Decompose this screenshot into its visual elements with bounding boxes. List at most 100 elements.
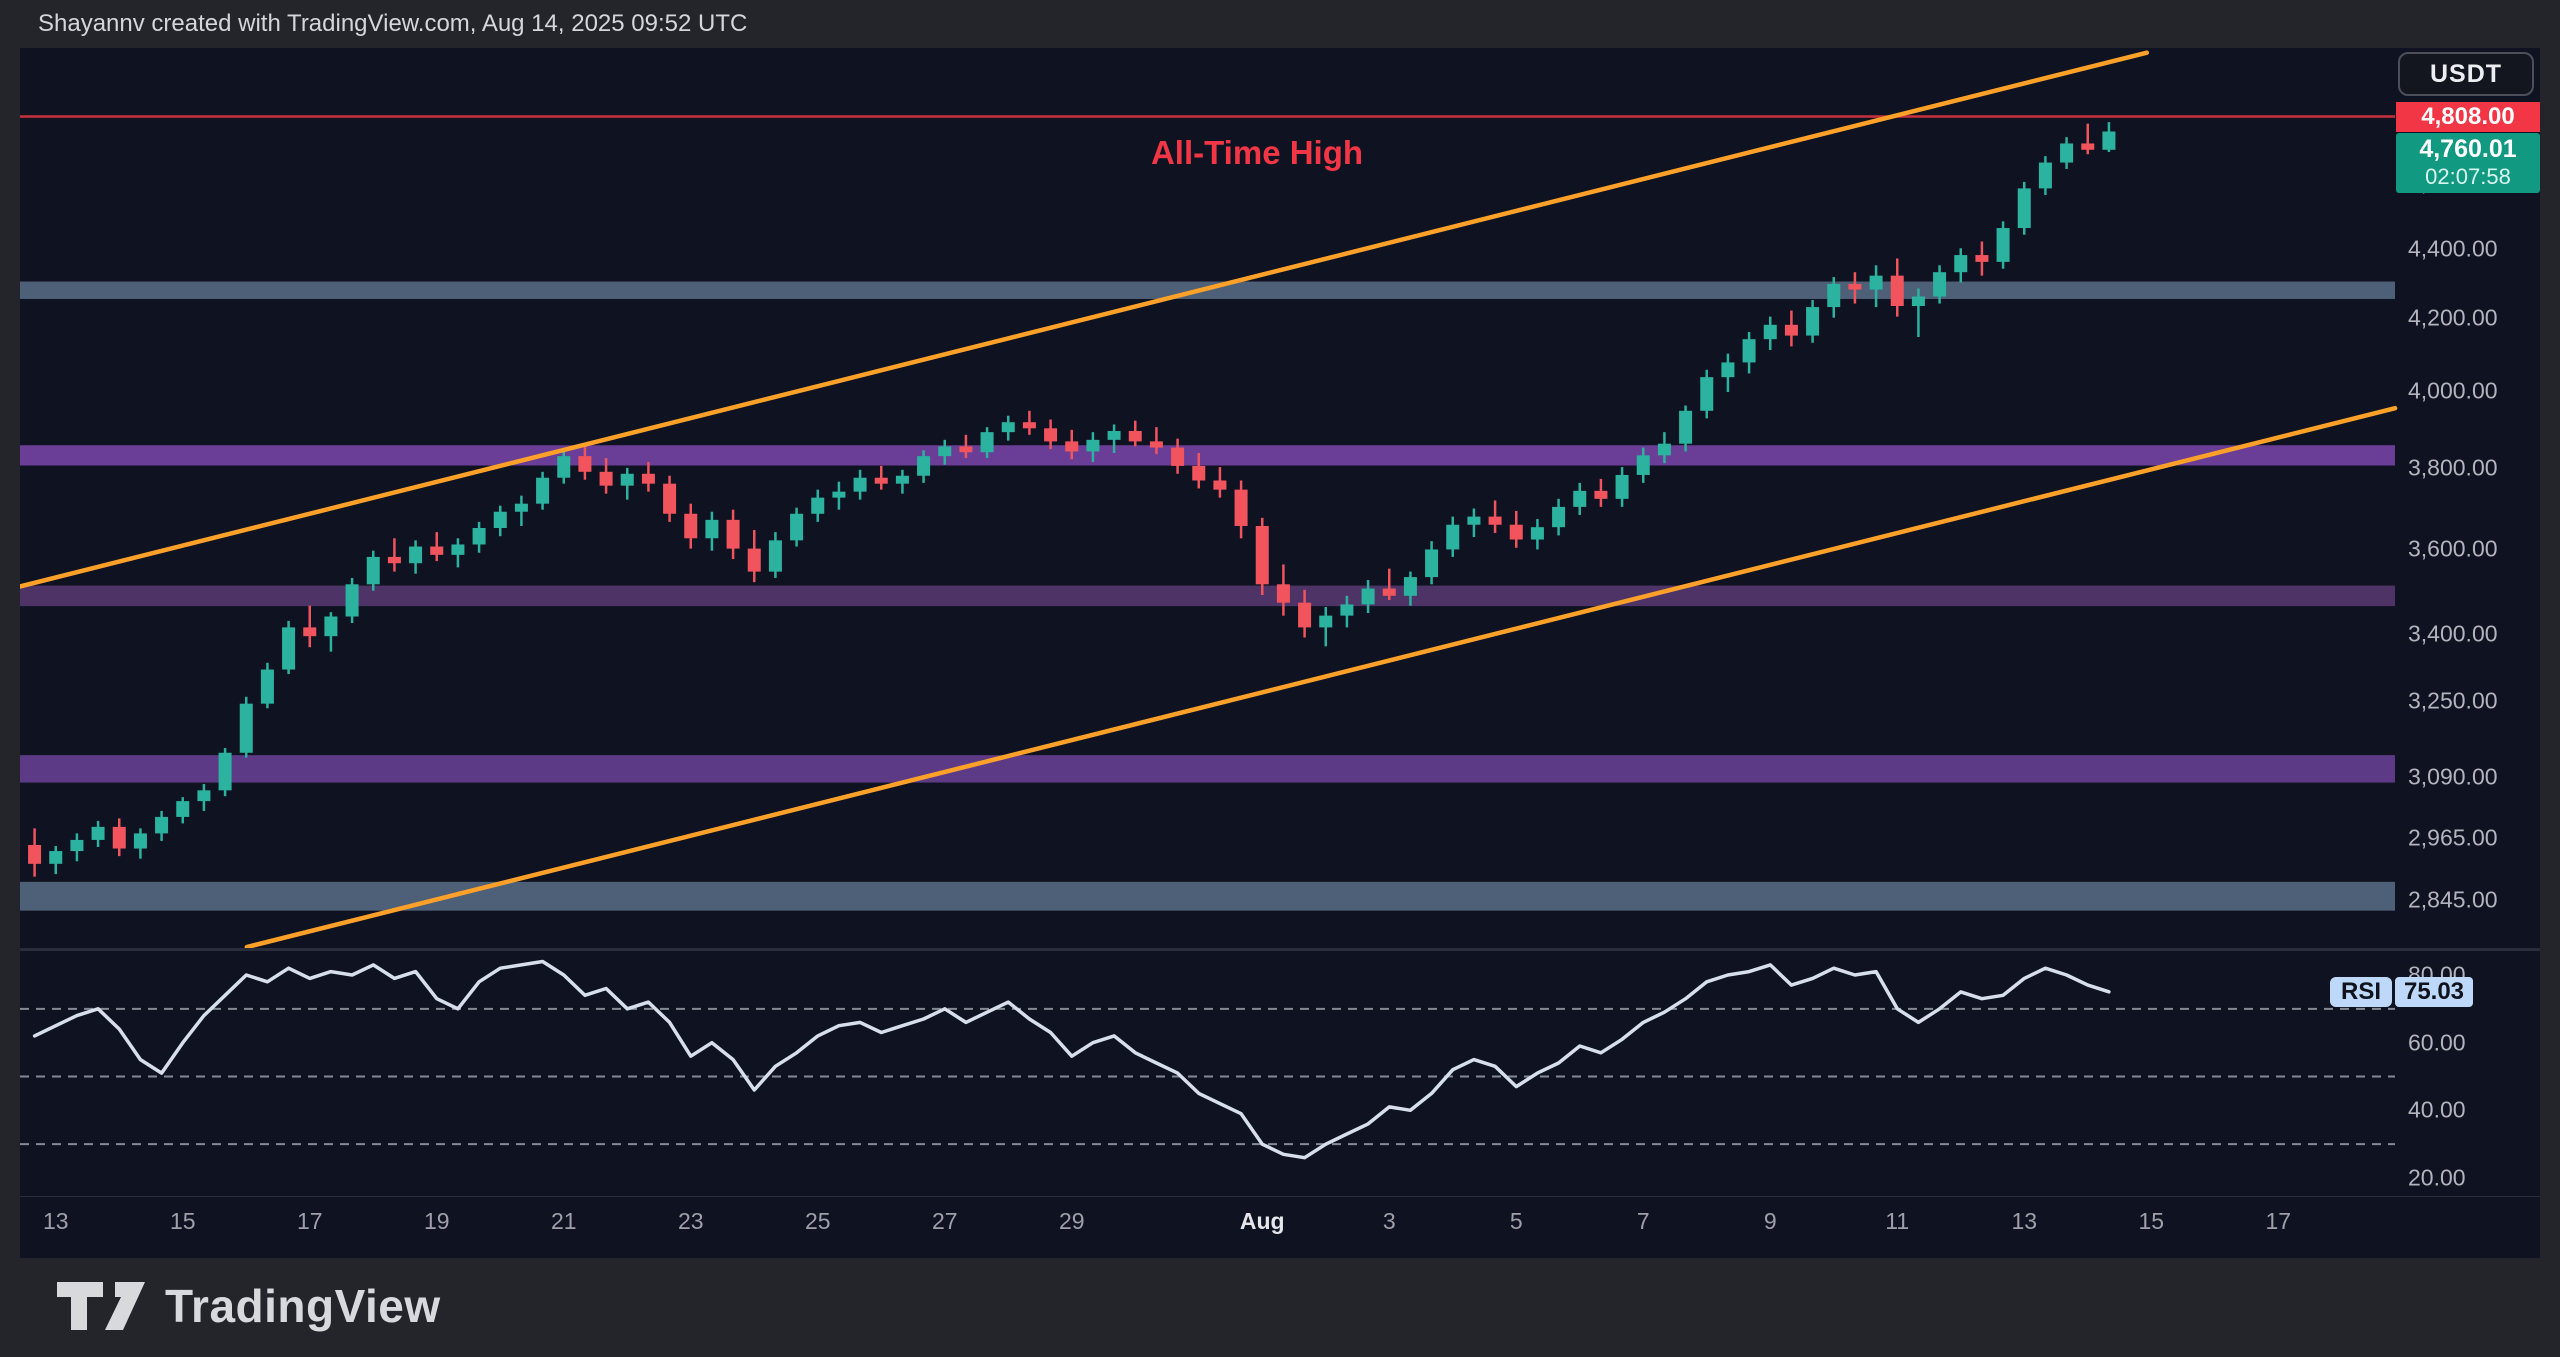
time-axis-border [20, 1196, 2540, 1197]
time-tick-label: 17 [297, 1208, 323, 1235]
candle-body [92, 827, 105, 840]
price-tick-label: 4,000.00 [2408, 378, 2498, 405]
usdt-button[interactable]: USDT [2398, 52, 2534, 96]
time-tick-label: 25 [805, 1208, 831, 1235]
candle-body [515, 504, 528, 512]
candle-body [1108, 431, 1121, 440]
candle-body [1340, 604, 1353, 615]
time-tick-label: 17 [2265, 1208, 2291, 1235]
candle-body [1870, 276, 1883, 290]
price-plot-layer [20, 117, 2395, 911]
time-tick-label: 13 [2011, 1208, 2037, 1235]
candle-body [1065, 441, 1078, 451]
candle-body [1658, 444, 1671, 456]
candle-body [981, 432, 994, 452]
candle-body [1298, 603, 1311, 628]
candle-body [811, 498, 824, 514]
candle-body [875, 478, 888, 484]
candle-body [600, 472, 613, 486]
rsi-tick-label: 40.00 [2408, 1097, 2466, 1124]
candle-body [303, 627, 316, 636]
footer: TradingView [0, 1258, 2560, 1357]
price-tick-label: 4,400.00 [2408, 235, 2498, 262]
candle-body [1743, 339, 1756, 362]
candle-body [1700, 377, 1713, 411]
candle-body [1256, 526, 1269, 584]
rsi-tick-label: 20.00 [2408, 1164, 2466, 1191]
ath-price-badge: 4,808.00 [2396, 102, 2540, 132]
candle-body [1425, 549, 1438, 577]
candle-body [748, 549, 761, 572]
candle-body [684, 514, 697, 539]
candle-body [1997, 228, 2010, 262]
candle-body [1489, 517, 1502, 525]
rsi-label-pill: RSI [2330, 977, 2392, 1007]
candle-body [2018, 188, 2031, 228]
rsi-line [35, 962, 2109, 1158]
candle-body [1933, 272, 1946, 296]
candle-body [727, 520, 740, 549]
candle-body [1531, 527, 1544, 539]
candle-body [219, 753, 232, 791]
candle-body [70, 840, 83, 851]
time-tick-label: 23 [678, 1208, 704, 1235]
tradingview-wordmark: TradingView [165, 1279, 441, 1333]
candle-body [2060, 143, 2073, 162]
price-tick-label: 3,600.00 [2408, 535, 2498, 562]
time-tick-label: 27 [932, 1208, 958, 1235]
candle-body [409, 547, 422, 564]
tradingview-logo-icon [55, 1278, 147, 1334]
tradingview-snapshot-page: Shayannv created with TradingView.com, A… [0, 0, 2560, 1357]
candle-body [388, 557, 401, 563]
time-tick-label: 7 [1637, 1208, 1650, 1235]
candle-body [1213, 480, 1226, 489]
page-title: Shayannv created with TradingView.com, A… [38, 0, 747, 48]
rsi-tick-label: 60.00 [2408, 1029, 2466, 1056]
candle-body [1171, 448, 1184, 466]
candle-body [1362, 589, 1375, 605]
candle-body [176, 801, 189, 817]
all-time-high-annotation: All-Time High [1151, 134, 1363, 172]
candle-body [2102, 131, 2115, 149]
time-tick-label: 9 [1764, 1208, 1777, 1235]
candle-body [1848, 284, 1861, 290]
candle-body [832, 492, 845, 498]
candle-body [28, 845, 41, 864]
rsi-axis-badge: RSI 75.03 [2330, 977, 2473, 1007]
price-tick-label: 2,965.00 [2408, 825, 2498, 852]
price-tick-label: 2,845.00 [2408, 887, 2498, 914]
tradingview-logo[interactable]: TradingView [55, 1278, 441, 1334]
price-tick-label: 3,250.00 [2408, 688, 2498, 715]
candle-body [1192, 466, 1205, 481]
candle-body [261, 670, 274, 704]
candle-body [240, 704, 253, 753]
candle-body [1954, 255, 1967, 272]
candle-body [113, 827, 126, 849]
candle-body [1764, 325, 1777, 339]
candle-body [134, 833, 147, 848]
candle-body [854, 478, 867, 492]
channel-upper-trendline[interactable] [20, 53, 2147, 587]
price-pane[interactable] [20, 48, 2540, 948]
candle-body [2039, 163, 2052, 189]
candle-body [917, 456, 930, 476]
candle-body [536, 478, 549, 504]
rsi-pane[interactable] [20, 951, 2540, 1196]
candle-body [1552, 507, 1565, 527]
chart-container[interactable]: 4,600.004,400.004,200.004,000.003,800.00… [20, 48, 2540, 1258]
support-resistance-zone [20, 755, 2395, 782]
candle-body [451, 544, 464, 554]
candle-body [1806, 307, 1819, 336]
candle-body [282, 627, 295, 669]
candle-countdown: 02:07:58 [2425, 163, 2511, 191]
candle-body [1785, 325, 1798, 336]
candle-body [1467, 517, 1480, 525]
price-tick-label: 3,090.00 [2408, 763, 2498, 790]
candle-body [1044, 428, 1057, 441]
candle-body [621, 474, 634, 486]
candle-body [1404, 577, 1417, 596]
time-tick-label: 5 [1510, 1208, 1523, 1235]
candle-body [959, 446, 972, 452]
price-tick-label: 4,200.00 [2408, 305, 2498, 332]
channel-lower-trendline[interactable] [247, 408, 2395, 947]
